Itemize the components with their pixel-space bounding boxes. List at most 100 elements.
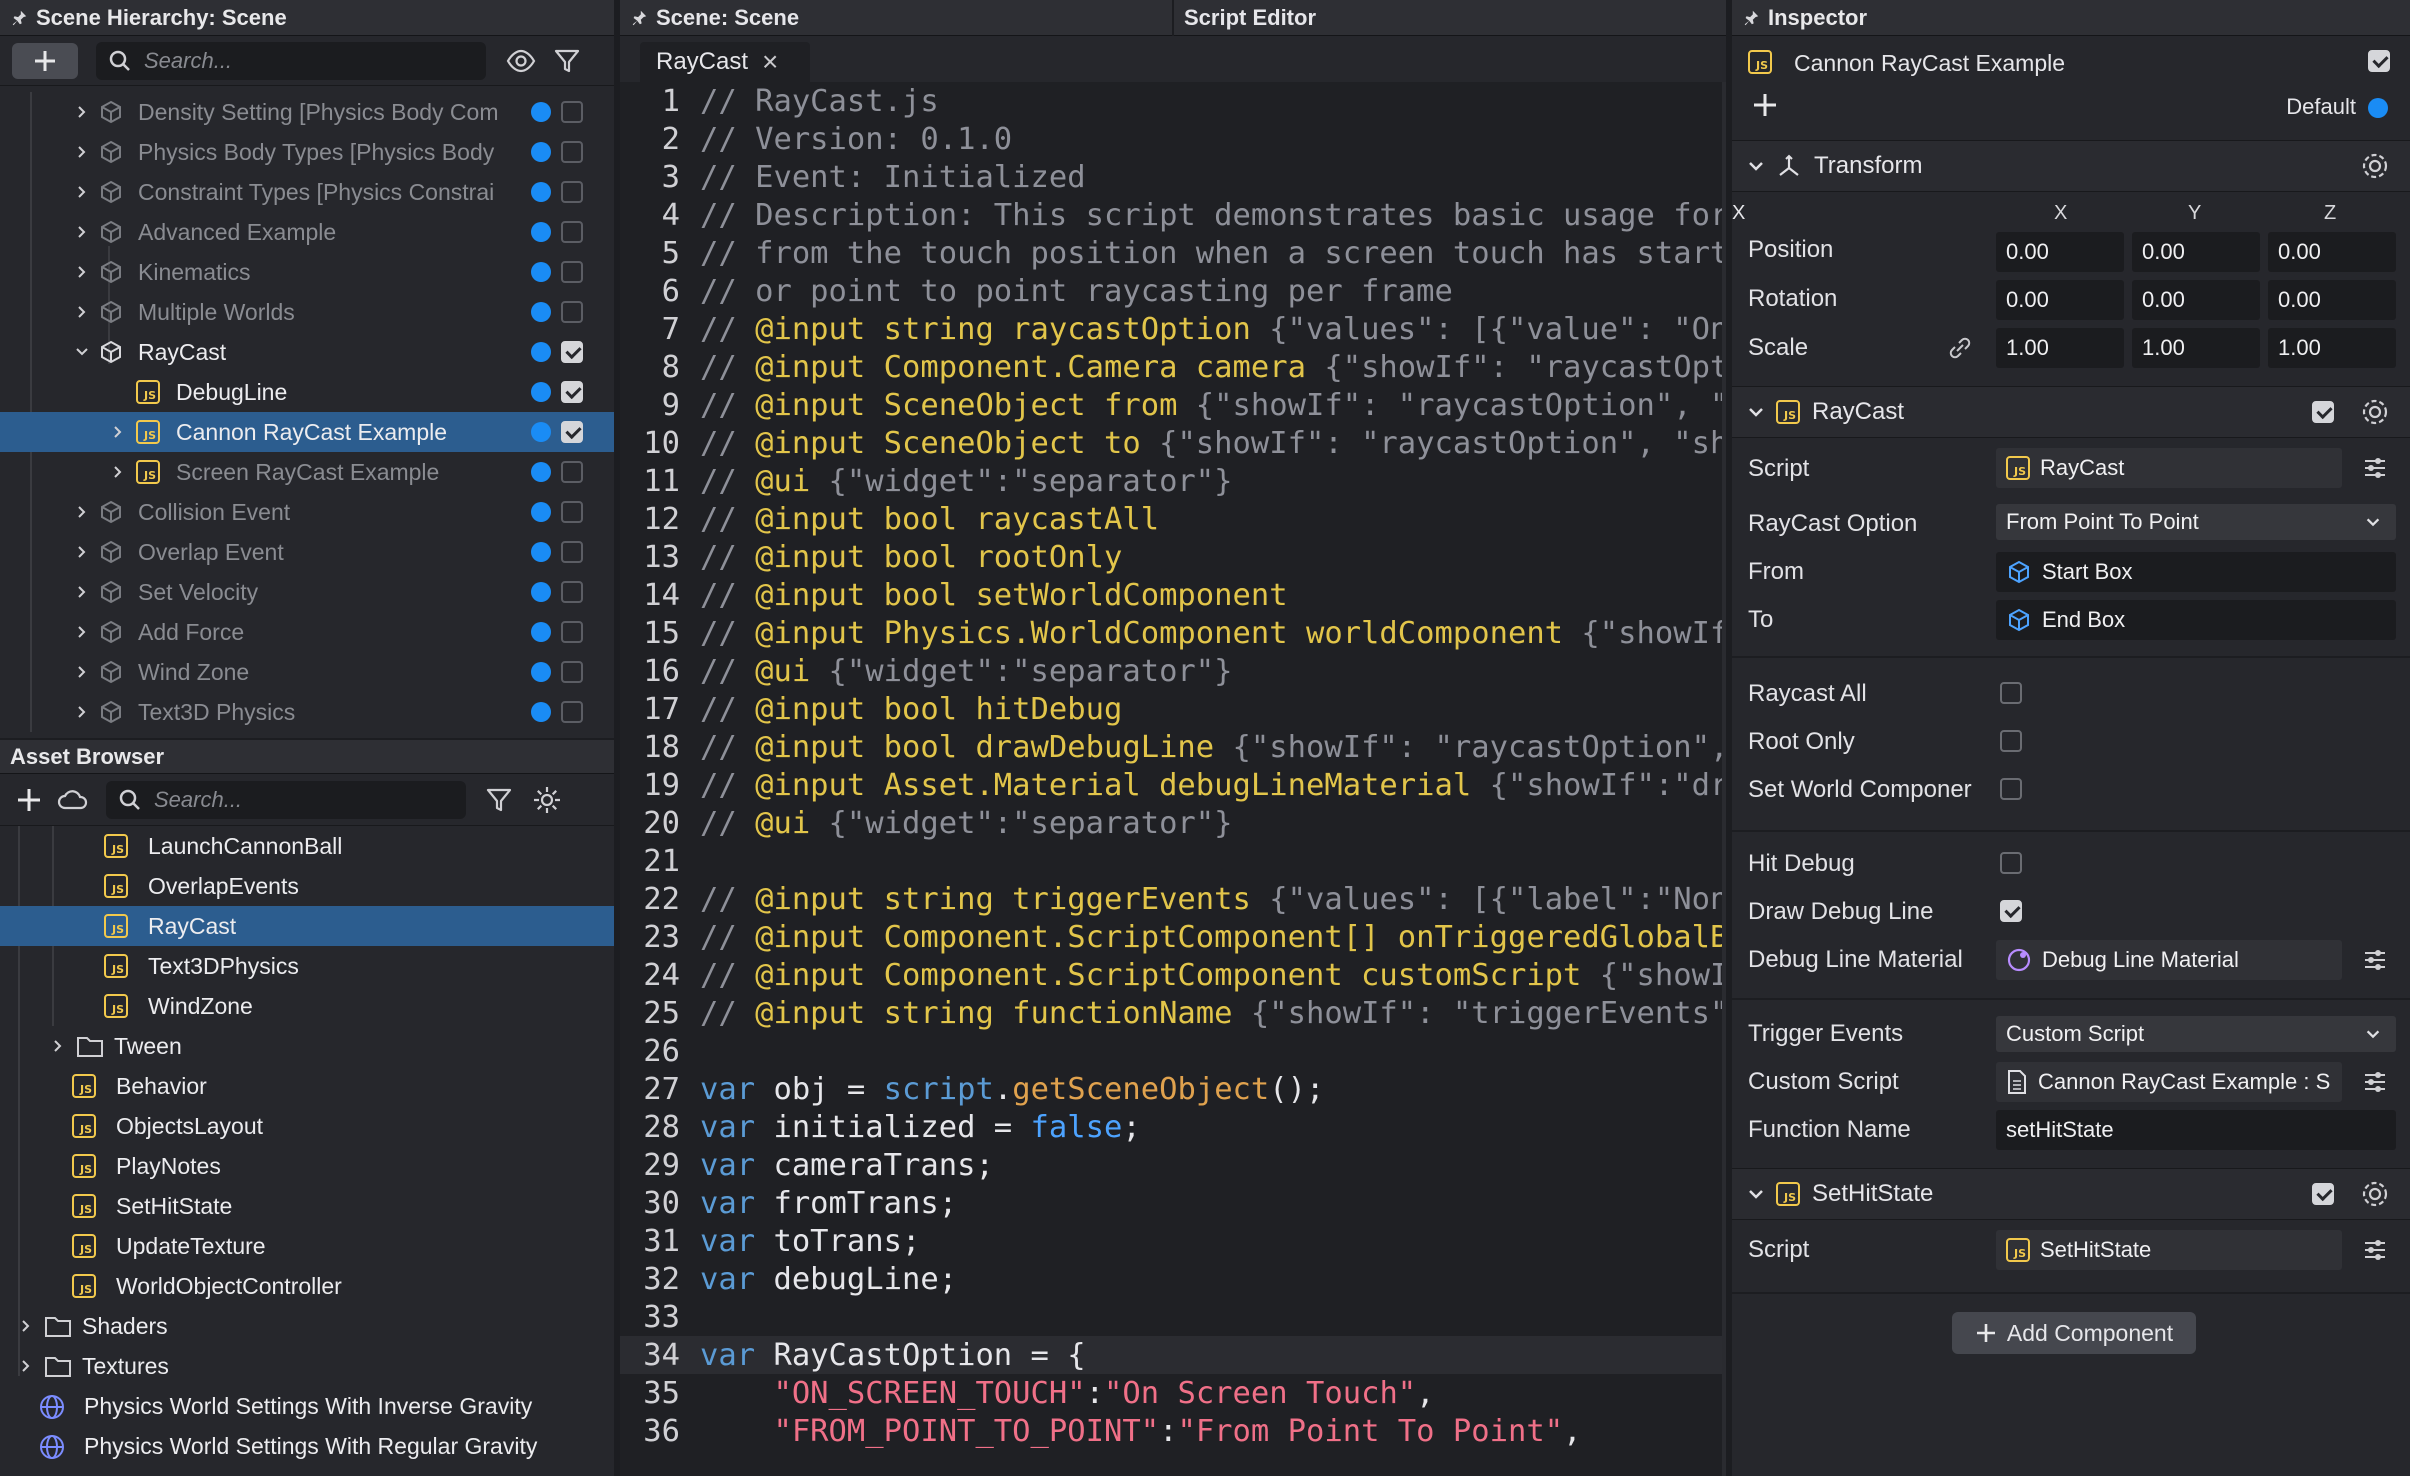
- asset-filter-icon[interactable]: [482, 783, 516, 817]
- chevron-right-icon[interactable]: [72, 302, 92, 322]
- code-line[interactable]: 19 // @input Asset.Material debugLineMate…: [620, 766, 1726, 804]
- close-icon[interactable]: ×: [762, 46, 778, 78]
- tab-scene[interactable]: Scene: Scene: [620, 0, 1174, 36]
- code-line[interactable]: 30 var fromTrans;: [620, 1184, 1726, 1222]
- add-plus-icon[interactable]: [1752, 92, 1778, 118]
- hierarchy-item[interactable]: Multiple Worlds: [0, 292, 614, 332]
- filter-icon[interactable]: [550, 44, 584, 78]
- trigger-events-dropdown[interactable]: Custom Script: [1996, 1016, 2396, 1052]
- asset-item[interactable]: Textures: [0, 1346, 614, 1386]
- asset-item[interactable]: JS OverlapEvents: [0, 866, 614, 906]
- chevron-right-icon[interactable]: [16, 1356, 36, 1376]
- layer-dot[interactable]: [531, 302, 551, 322]
- enabled-checkbox[interactable]: [561, 541, 583, 563]
- asset-search-input[interactable]: Search...: [106, 780, 466, 819]
- asset-settings-gear-icon[interactable]: [530, 783, 564, 817]
- scale-y-field[interactable]: 1.00: [2132, 328, 2260, 368]
- chevron-down-icon[interactable]: [1746, 1184, 1766, 1204]
- hierarchy-item[interactable]: Advanced Example: [0, 212, 614, 252]
- enabled-checkbox[interactable]: [561, 261, 583, 283]
- chevron-right-icon[interactable]: [72, 662, 92, 682]
- object-enabled-checkbox[interactable]: [2368, 50, 2390, 72]
- add-object-button[interactable]: [12, 42, 78, 79]
- chevron-down-icon[interactable]: [1746, 402, 1766, 422]
- chevron-right-icon[interactable]: [108, 462, 128, 482]
- code-line[interactable]: 15 // @input Physics.WorldComponent world…: [620, 614, 1726, 652]
- layer-dot[interactable]: [531, 702, 551, 722]
- enabled-checkbox[interactable]: [561, 501, 583, 523]
- asset-item[interactable]: Shaders: [0, 1306, 614, 1346]
- asset-item[interactable]: JS Text3DPhysics: [0, 946, 614, 986]
- transform-section-header[interactable]: Transform: [1732, 140, 2410, 192]
- layer-dot[interactable]: [531, 342, 551, 362]
- asset-item[interactable]: JS SetHitState: [0, 1186, 614, 1226]
- sliders-icon[interactable]: [2362, 1237, 2388, 1263]
- asset-item[interactable]: JS PlayNotes: [0, 1146, 614, 1186]
- link-icon[interactable]: [1946, 334, 1974, 362]
- object-name[interactable]: Cannon RayCast Example: [1794, 50, 2065, 77]
- rotation-x-field[interactable]: 0.00: [1996, 280, 2124, 320]
- layer-dot[interactable]: [531, 462, 551, 482]
- chevron-right-icon[interactable]: [72, 582, 92, 602]
- gear-icon[interactable]: [2360, 1179, 2390, 1209]
- enabled-checkbox[interactable]: [561, 181, 583, 203]
- code-line[interactable]: 8 // @input Component.Camera camera {"sho…: [620, 348, 1726, 386]
- chevron-right-icon[interactable]: [16, 1316, 36, 1336]
- code-line[interactable]: 4 // Description: This script demonstrate…: [620, 196, 1726, 234]
- chevron-right-icon[interactable]: [72, 102, 92, 122]
- asset-item[interactable]: JS WindZone: [0, 986, 614, 1026]
- to-field[interactable]: End Box: [1996, 600, 2396, 640]
- enabled-checkbox[interactable]: [561, 381, 583, 403]
- root-only-checkbox[interactable]: [2000, 730, 2022, 752]
- rotation-z-field[interactable]: 0.00: [2268, 280, 2396, 320]
- hierarchy-item[interactable]: RayCast: [0, 332, 614, 372]
- layer-dot[interactable]: [531, 262, 551, 282]
- enabled-checkbox[interactable]: [561, 701, 583, 723]
- chevron-right-icon[interactable]: [72, 542, 92, 562]
- chevron-right-icon[interactable]: [72, 702, 92, 722]
- chevron-right-icon[interactable]: [72, 222, 92, 242]
- code-line[interactable]: 17 // @input bool hitDebug: [620, 690, 1726, 728]
- hierarchy-item[interactable]: Collision Event: [0, 492, 614, 532]
- chevron-right-icon[interactable]: [48, 1036, 68, 1056]
- enabled-checkbox[interactable]: [561, 421, 583, 443]
- code-line[interactable]: 25 // @input string functionName {"showIf…: [620, 994, 1726, 1032]
- gear-icon[interactable]: [2360, 151, 2390, 181]
- code-line[interactable]: 11 // @ui {"widget":"separator"}: [620, 462, 1726, 500]
- position-z-field[interactable]: 0.00: [2268, 232, 2396, 272]
- raycast-section-header[interactable]: JS RayCast: [1732, 386, 2410, 438]
- code-line[interactable]: 6 // or point to point raycasting per fra…: [620, 272, 1726, 310]
- asset-item[interactable]: Physics World Settings With Inverse Grav…: [0, 1386, 614, 1426]
- set-world-component-checkbox[interactable]: [2000, 778, 2022, 800]
- sethitstate-script-field[interactable]: JS SetHitState: [1996, 1230, 2342, 1270]
- code-line[interactable]: 16 // @ui {"widget":"separator"}: [620, 652, 1726, 690]
- asset-item[interactable]: JS RayCast: [0, 906, 614, 946]
- asset-item[interactable]: Physics World Settings With Regular Grav…: [0, 1426, 614, 1466]
- pin-icon[interactable]: [1742, 9, 1760, 27]
- layer-dot[interactable]: [531, 622, 551, 642]
- enabled-checkbox[interactable]: [561, 581, 583, 603]
- hierarchy-item[interactable]: JS Screen RayCast Example: [0, 452, 614, 492]
- hierarchy-item[interactable]: Add Force: [0, 612, 614, 652]
- scale-z-field[interactable]: 1.00: [2268, 328, 2396, 368]
- code-line[interactable]: 29 var cameraTrans;: [620, 1146, 1726, 1184]
- chevron-right-icon[interactable]: [72, 622, 92, 642]
- code-line[interactable]: 2 // Version: 0.1.0: [620, 120, 1726, 158]
- enabled-checkbox[interactable]: [561, 221, 583, 243]
- debug-line-material-field[interactable]: Debug Line Material: [1996, 940, 2342, 980]
- layer-dot[interactable]: [531, 542, 551, 562]
- sliders-icon[interactable]: [2362, 1069, 2388, 1095]
- layer-dot[interactable]: [531, 182, 551, 202]
- code-line[interactable]: 1 // RayCast.js: [620, 82, 1726, 120]
- code-line[interactable]: 27 var obj = script.getSceneObject();: [620, 1070, 1726, 1108]
- hit-debug-checkbox[interactable]: [2000, 852, 2022, 874]
- code-line[interactable]: 3 // Event: Initialized: [620, 158, 1726, 196]
- visibility-eye-icon[interactable]: [504, 44, 538, 78]
- layer-dot[interactable]: [531, 142, 551, 162]
- code-line[interactable]: 18 // @input bool drawDebugLine {"showIf"…: [620, 728, 1726, 766]
- enabled-checkbox[interactable]: [561, 341, 583, 363]
- code-line[interactable]: 13 // @input bool rootOnly: [620, 538, 1726, 576]
- hierarchy-item[interactable]: Overlap Event: [0, 532, 614, 572]
- tab-script-editor[interactable]: Script Editor: [1174, 0, 1316, 36]
- asset-item[interactable]: JS ObjectsLayout: [0, 1106, 614, 1146]
